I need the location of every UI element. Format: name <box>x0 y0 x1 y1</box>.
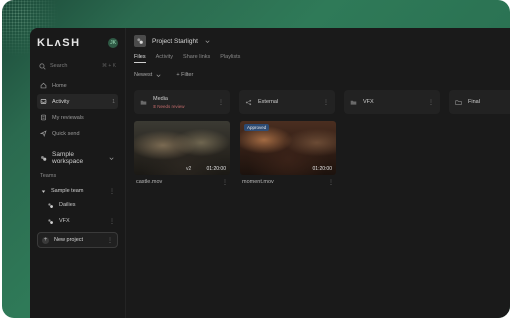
plus-icon: + <box>42 236 49 244</box>
tab-playlists[interactable]: Playlists <box>220 54 240 62</box>
send-icon <box>40 130 47 137</box>
new-project-more-icon[interactable]: ⋮ <box>107 237 113 244</box>
workspace-name: Sample workspace <box>52 151 84 165</box>
user-avatar[interactable]: JK <box>108 38 118 48</box>
folder-outline-icon <box>455 99 462 106</box>
project-tabs: Files Activity Share links Playlists <box>134 52 502 64</box>
asset-grid: v2 01:20:00 castle.mov ⋮ Approved 01:20:… <box>134 121 502 189</box>
folder-card-final[interactable]: Final <box>449 90 510 114</box>
search-bar[interactable]: Search ⌘ + K <box>37 60 118 72</box>
needs-review-status: ⦻ Needs review <box>153 103 185 109</box>
inbox-icon <box>40 98 47 105</box>
folder-name: External <box>258 99 279 105</box>
folder-card-vfx[interactable]: VFX ⋮ <box>344 90 440 114</box>
project-item-dailies[interactable]: Dailies <box>37 197 118 213</box>
nav-item-my-reviewals[interactable]: My reviewals <box>37 110 118 125</box>
folder-icon <box>140 99 147 106</box>
nav-item-label: My reviewals <box>52 114 84 121</box>
asset-meta: moment.mov ⋮ <box>240 175 336 189</box>
activity-count-badge: 1 <box>112 98 115 105</box>
nav-item-label: Quick send <box>52 130 80 137</box>
teams-heading: Teams <box>40 173 57 179</box>
version-label: v2 <box>186 166 192 172</box>
team-row-sample-team[interactable]: Sample team ⋮ <box>37 185 118 197</box>
caret-down-icon <box>40 188 47 195</box>
project-header: Project Starlight <box>134 34 502 48</box>
add-filter-button[interactable]: + Filter <box>176 72 193 78</box>
folder-name: Final <box>468 99 480 105</box>
main-nav: Home Activity 1 My reviewals Quick send <box>37 78 118 141</box>
asset-name: castle.mov <box>136 179 163 185</box>
project-icon <box>47 202 54 209</box>
duration-label: 01:20:00 <box>312 166 332 172</box>
asset-name: moment.mov <box>242 179 274 185</box>
search-icon <box>39 62 46 70</box>
asset-card-moment[interactable]: Approved 01:20:00 moment.mov ⋮ <box>240 121 336 189</box>
folder-row: Media ⦻ Needs review ⋮ External ⋮ VFX ⋮ … <box>134 90 510 114</box>
tab-activity[interactable]: Activity <box>156 54 173 62</box>
project-more-icon[interactable]: ⋮ <box>109 218 115 225</box>
project-label: Dailies <box>59 202 76 208</box>
nav-item-home[interactable]: Home <box>37 78 118 93</box>
team-more-icon[interactable]: ⋮ <box>109 188 115 195</box>
folder-more-icon[interactable]: ⋮ <box>428 99 434 106</box>
asset-more-icon[interactable]: ⋮ <box>328 179 334 186</box>
share-icon <box>245 99 252 106</box>
workspace-icon <box>40 155 47 162</box>
sort-dropdown[interactable]: Newest <box>134 72 162 79</box>
nav-item-activity[interactable]: Activity 1 <box>37 94 118 109</box>
nav-item-quick-send[interactable]: Quick send <box>37 126 118 141</box>
project-icon <box>47 218 54 225</box>
folder-more-icon[interactable]: ⋮ <box>323 99 329 106</box>
folder-card-external[interactable]: External ⋮ <box>239 90 335 114</box>
new-project-button[interactable]: + New project ⋮ <box>37 232 118 248</box>
logo-row: KLʌSH JK <box>37 36 118 50</box>
folder-name: Media <box>153 95 168 102</box>
app-window: KLʌSH JK Search ⌘ + K Home Activity 1 My… <box>30 28 510 318</box>
search-shortcut: ⌘ + K <box>101 63 116 69</box>
sort-label: Newest <box>134 72 153 78</box>
project-avatar <box>134 35 146 47</box>
project-item-vfx[interactable]: VFX ⋮ <box>37 213 118 229</box>
project-title: Project Starlight <box>152 37 198 45</box>
background-frame: KLʌSH JK Search ⌘ + K Home Activity 1 My… <box>2 0 510 318</box>
app-logo: KLʌSH <box>37 37 81 49</box>
folder-card-media[interactable]: Media ⦻ Needs review ⋮ <box>134 90 230 114</box>
filter-bar: Newest + Filter <box>134 70 502 80</box>
search-label: Search <box>50 63 68 69</box>
video-thumbnail[interactable]: Approved 01:20:00 <box>240 121 336 175</box>
chevron-down-icon[interactable] <box>204 38 211 45</box>
folder-more-icon[interactable]: ⋮ <box>218 99 224 106</box>
asset-more-icon[interactable]: ⋮ <box>222 179 228 186</box>
tab-share-links[interactable]: Share links <box>183 54 210 62</box>
workspace-switcher[interactable]: Sample workspace <box>37 151 118 165</box>
new-project-label: New project <box>54 237 84 243</box>
review-icon <box>40 114 47 121</box>
chevron-down-icon <box>155 72 162 79</box>
project-label: VFX <box>59 218 70 224</box>
video-thumbnail[interactable]: v2 01:20:00 <box>134 121 230 175</box>
folder-icon <box>350 99 357 106</box>
approved-badge: Approved <box>244 124 270 131</box>
asset-card-castle[interactable]: v2 01:20:00 castle.mov ⋮ <box>134 121 230 189</box>
main-content: Project Starlight Files Activity Share l… <box>126 28 510 318</box>
nav-item-label: Home <box>52 82 67 89</box>
home-icon <box>40 82 47 89</box>
folder-name: VFX <box>363 99 374 105</box>
sidebar: KLʌSH JK Search ⌘ + K Home Activity 1 My… <box>30 28 126 318</box>
nav-item-label: Activity <box>52 98 70 105</box>
tab-files[interactable]: Files <box>134 54 146 63</box>
asset-meta: castle.mov ⋮ <box>134 175 230 189</box>
duration-label: 01:20:00 <box>206 166 226 172</box>
team-name: Sample team <box>51 188 84 194</box>
chevron-down-icon <box>108 155 115 162</box>
